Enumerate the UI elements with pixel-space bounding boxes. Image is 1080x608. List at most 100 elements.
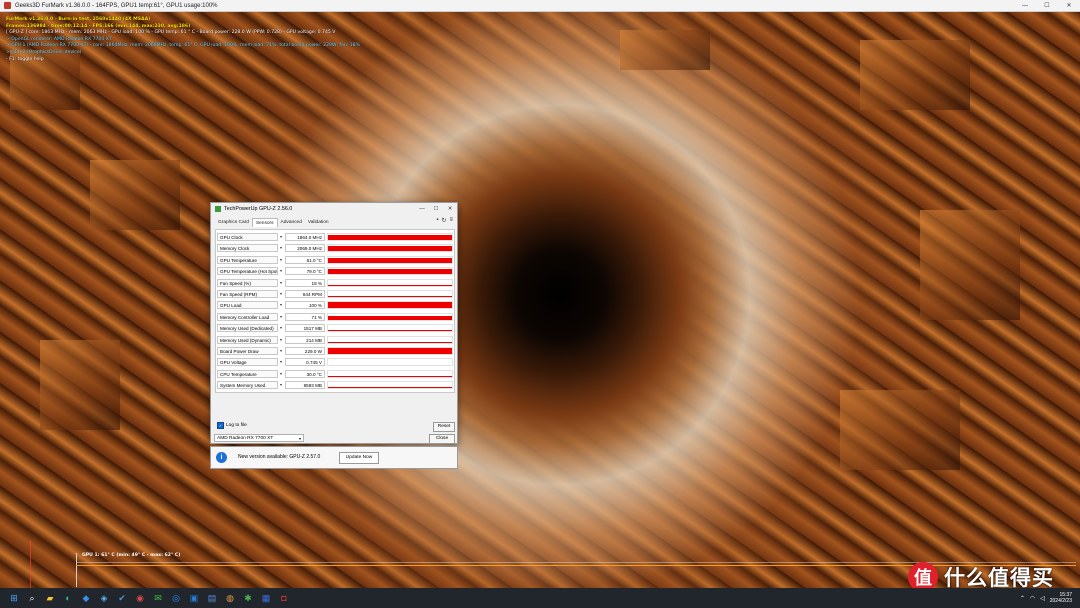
sensor-value: 0.745 V	[285, 358, 325, 367]
chevron-down-icon[interactable]: ▾	[278, 347, 284, 355]
chevron-down-icon[interactable]: ▾	[278, 301, 284, 309]
sensor-name[interactable]: GPU Temperature	[217, 255, 278, 264]
app-icon-5[interactable]: ◎	[168, 590, 184, 606]
update-message: New version available: GPU-Z 2.57.0	[238, 454, 321, 460]
reset-button[interactable]: Reset	[433, 422, 455, 432]
chevron-down-icon[interactable]: ▾	[278, 358, 284, 366]
menu-icon[interactable]: ≡	[449, 217, 453, 224]
chevron-down-icon[interactable]: ▾	[278, 244, 284, 252]
sensor-name[interactable]: GPU Voltage	[217, 358, 278, 367]
app-icon-6[interactable]: ▣	[186, 590, 202, 606]
device-select[interactable]: AMD Radeon RX 7700 XT ▾	[214, 434, 304, 442]
sensor-name[interactable]: Fan Speed (%)	[217, 278, 278, 287]
gpuz-app-icon	[215, 206, 221, 212]
sensor-row: System Memory Used ▾ 8593 MB	[217, 380, 453, 390]
app-icon-7[interactable]: ▤	[204, 590, 220, 606]
app-icon-9[interactable]: ✱	[240, 590, 256, 606]
tray-chevron-icon[interactable]: ⌃	[1020, 595, 1025, 602]
close-button[interactable]: ✕	[1058, 0, 1080, 11]
update-now-button[interactable]: Update Now	[339, 452, 379, 464]
overlay-line: > GPU 2 (OraphicsDriver device)	[6, 49, 82, 55]
log-to-file-checkbox[interactable]: ✓	[217, 422, 224, 429]
chevron-down-icon[interactable]: ▾	[278, 370, 284, 378]
network-icon[interactable]: ◠	[1030, 595, 1035, 602]
chevron-down-icon[interactable]: ▾	[278, 233, 284, 241]
sensor-name[interactable]: Memory Used (Dedicated)	[217, 324, 278, 333]
sensor-graph-fill	[328, 341, 452, 343]
tab-validation[interactable]: Validation	[305, 218, 332, 227]
background-block	[40, 340, 120, 430]
windows-start-icon[interactable]: ⊞	[6, 590, 22, 606]
wechat-icon[interactable]: ✉	[150, 590, 166, 606]
sensor-row: GPU Load ▾ 100 %	[217, 300, 453, 310]
gpuz-window: TechPowerUp GPU-Z 2.56.0 — ☐ ✕ Graphics …	[210, 202, 458, 444]
sensor-name[interactable]: GPU Clock	[217, 233, 278, 241]
app-icon-1[interactable]: ◆	[78, 590, 94, 606]
chevron-down-icon[interactable]: ▾	[278, 381, 284, 389]
sensor-graph	[327, 381, 453, 390]
tab-sensors[interactable]: Sensors	[251, 218, 278, 227]
sensor-graph	[327, 358, 453, 367]
taskbar-apps: ⊞ ⌕ ▰ ◐ ◆ ◈ ✔ ◉ ✉ ◎ ▣ ▤ ◍ ✱ ▦ ◘	[4, 590, 292, 606]
chevron-down-icon[interactable]: ▾	[278, 279, 284, 287]
sensor-name[interactable]: Memory Clock	[217, 244, 278, 253]
clock[interactable]: 15:37 2024/2/23	[1050, 592, 1072, 605]
app-icon-10[interactable]: ▦	[258, 590, 274, 606]
gpuz-close-button[interactable]: ✕	[443, 203, 457, 215]
sensor-name[interactable]: GPU Load	[217, 301, 278, 310]
chevron-down-icon[interactable]: ▾	[278, 324, 284, 332]
edge-browser-icon[interactable]: ◐	[60, 590, 76, 606]
chevron-down-icon[interactable]: ▾	[278, 256, 284, 264]
chevron-down-icon[interactable]: ▾	[278, 336, 284, 344]
app-icon-2[interactable]: ◈	[96, 590, 112, 606]
sensor-graph	[327, 369, 453, 378]
camera-icon[interactable]: ▪	[436, 217, 438, 224]
sensor-name[interactable]: GPU Temperature (Hot Spot)	[217, 267, 278, 276]
gpuz-maximize-button[interactable]: ☐	[429, 203, 443, 215]
search-icon[interactable]: ⌕	[24, 590, 40, 606]
taskbar: ⊞ ⌕ ▰ ◐ ◆ ◈ ✔ ◉ ✉ ◎ ▣ ▤ ◍ ✱ ▦ ◘ ⌃ ◠ ◁ 15:37 2024/2/23	[0, 588, 1080, 608]
chevron-down-icon[interactable]: ▾	[278, 267, 284, 275]
gpuz-title-bar[interactable]: TechPowerUp GPU-Z 2.56.0 — ☐ ✕	[211, 203, 457, 215]
sensor-name[interactable]: Board Power Draw	[217, 347, 278, 355]
gpuz-minimize-button[interactable]: —	[415, 203, 429, 215]
sensor-value: 2069.0 MHz	[285, 244, 325, 253]
overlay-line: - F1: toggle help	[6, 56, 44, 62]
sensor-row: CPU Temperature ▾ 30.0 °C	[217, 369, 453, 379]
sensor-name[interactable]: Memory Controller Load	[217, 312, 278, 321]
clock-date: 2024/2/23	[1049, 598, 1072, 604]
minimize-button[interactable]: —	[1014, 0, 1036, 11]
log-to-file-row[interactable]: ✓ Log to file	[217, 422, 247, 429]
overlay-line: > GPU 1 (AMD Radeon RX 7700 XT) - core: …	[6, 43, 360, 49]
app-icon-3[interactable]: ✔	[114, 590, 130, 606]
close-dialog-button[interactable]: Close	[429, 434, 455, 444]
sensor-row: GPU Voltage ▾ 0.745 V	[217, 357, 453, 367]
sensor-name[interactable]: CPU Temperature	[217, 369, 278, 378]
gpuz-title: TechPowerUp GPU-Z 2.56.0	[224, 206, 293, 212]
sensor-name[interactable]: Memory Used (Dynamic)	[217, 335, 278, 344]
refresh-icon[interactable]: ↻	[441, 217, 446, 224]
sensor-value: 229.0 W	[285, 347, 325, 355]
furmark-title-bar: Geeks3D FurMark v1.36.0.0 - 164FPS, GPU1…	[0, 0, 1080, 12]
sensor-name[interactable]: System Memory Used	[217, 381, 278, 390]
tab-graphics-card[interactable]: Graphics Card	[215, 218, 252, 227]
sensor-row: Memory Controller Load ▾ 71 %	[217, 312, 453, 322]
maximize-button[interactable]: ☐	[1036, 0, 1058, 11]
app-icon-8[interactable]: ◍	[222, 590, 238, 606]
sensor-row: Board Power Draw ▾ 229.0 W	[217, 346, 453, 356]
tab-advanced[interactable]: Advanced	[278, 218, 305, 227]
sensor-graph	[327, 335, 453, 344]
sensor-graph-fill	[328, 302, 452, 309]
graph-axis	[76, 553, 77, 587]
sensor-graph-fill	[328, 258, 452, 263]
system-tray: ⌃ ◠ ◁ 15:37 2024/2/23	[1020, 588, 1078, 608]
chevron-down-icon[interactable]: ▾	[278, 290, 284, 298]
file-explorer-icon[interactable]: ▰	[42, 590, 58, 606]
volume-icon[interactable]: ◁	[1040, 595, 1045, 602]
sensor-graph	[327, 324, 453, 333]
furmark-icon[interactable]: ◘	[276, 590, 292, 606]
chevron-down-icon[interactable]: ▾	[278, 313, 284, 321]
sensor-name[interactable]: Fan Speed (RPM)	[217, 290, 278, 298]
sensor-graph-fill	[328, 348, 452, 354]
app-icon-4[interactable]: ◉	[132, 590, 148, 606]
